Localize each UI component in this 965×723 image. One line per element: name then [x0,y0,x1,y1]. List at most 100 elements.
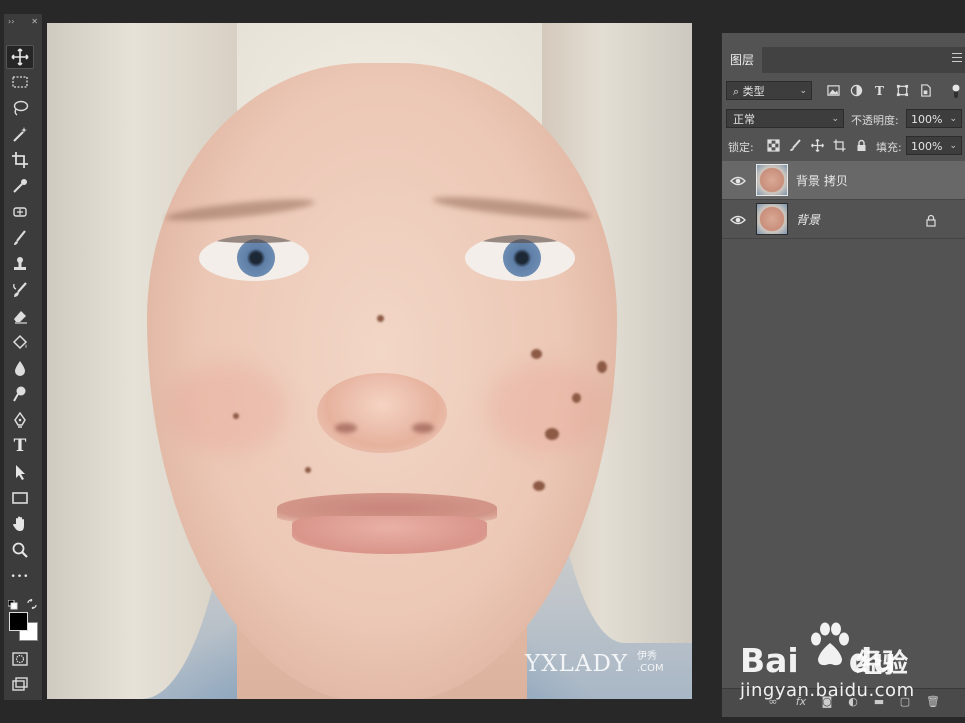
foreground-color-swatch[interactable] [9,612,28,631]
lasso-icon [13,100,29,116]
photo-blemish [233,413,239,419]
expand-icon[interactable]: ›› [8,17,14,26]
trash-icon[interactable]: 🗑 [926,695,940,709]
opacity-label: 不透明度: [851,114,899,127]
photo-eye-left [199,235,309,281]
panel-menu-icon[interactable] [952,53,962,65]
photo-blemish [545,428,559,440]
tab-layers[interactable]: 图层 [722,47,763,73]
new-layer-icon[interactable]: ▢ [898,695,912,709]
blend-mode-value: 正常 [733,113,755,126]
photo-blemish [533,481,545,491]
move-tool[interactable] [6,45,34,69]
chevron-down-icon: ⌄ [949,141,957,151]
filter-kind-label: 类型 [742,85,765,98]
lock-position-icon[interactable] [809,137,825,153]
photo-watermark: YXLADY [525,651,629,677]
layers-panel: 图层 ⌕ 类型 ⌄ T 正常 ⌄ 不透明度: 100% ⌄ 锁定: 填充: 10… [721,33,965,717]
quick-mask-icon [12,652,28,666]
eye-icon[interactable] [730,173,746,187]
layer-thumbnail[interactable] [756,203,788,235]
paint-bucket-tool[interactable] [6,330,34,354]
paint-bucket-icon [12,334,28,350]
fx-icon[interactable]: fx [794,695,808,709]
tools-panel-header: ›› ✕ [4,14,42,28]
history-brush-icon [13,282,27,297]
eyedropper-tool[interactable] [6,174,34,198]
eye-icon[interactable] [730,212,746,226]
type-filter-icon[interactable]: T [872,83,887,98]
rect-marquee-icon [12,76,28,88]
screen-mode-button[interactable] [6,673,34,697]
type-tool[interactable]: T [6,434,34,458]
lock-artboard-icon[interactable] [831,137,847,153]
fill-field[interactable]: 100% ⌄ [906,136,962,155]
blend-mode-select[interactable]: 正常 ⌄ [726,109,844,128]
brush-tool[interactable] [6,226,34,250]
group-folder-icon[interactable]: ▬ [872,695,886,709]
link-layers-icon[interactable]: ∞ [766,695,780,709]
filter-toggle[interactable] [952,83,960,98]
layer-thumbnail[interactable] [756,164,788,196]
brush-icon [14,230,26,245]
photo-blemish [597,361,607,373]
arrow-icon [16,465,25,480]
lock-icons [765,137,869,153]
search-icon: ⌕ [733,85,740,98]
zoom-icon [12,542,28,558]
blur-tool[interactable] [6,356,34,380]
eraser-tool[interactable] [6,304,34,328]
lock-all-icon[interactable] [853,137,869,153]
hand-icon [13,516,24,531]
photo-blemish [305,467,311,473]
healing-brush-tool[interactable] [6,200,34,224]
hand-tool[interactable] [6,512,34,536]
lock-transparency-icon[interactable] [765,137,781,153]
magic-wand-tool[interactable] [6,122,34,146]
photo-nose [317,373,447,453]
layer-row-background[interactable]: 背景 [722,200,965,239]
photo-cheek-right [487,363,607,453]
layer-name[interactable]: 背景 [796,211,820,228]
eyedropper-icon [13,179,27,193]
dodge-tool[interactable] [6,382,34,406]
photo-watermark-sub: 伊秀 .COM [637,651,664,674]
document-canvas[interactable]: YXLADY 伊秀 .COM [47,23,692,699]
pen-tool[interactable] [6,408,34,432]
layer-name[interactable]: 背景 拷贝 [796,172,848,189]
crop-tool[interactable] [6,148,34,172]
close-icon[interactable]: ✕ [31,17,38,26]
layer-row-background-copy[interactable]: 背景 拷贝 [722,161,965,200]
photo-nostril-right [412,423,434,433]
photo-blemish [572,393,581,403]
add-mask-icon[interactable]: ◙ [820,695,834,709]
lock-pixels-icon[interactable] [787,137,803,153]
adjustment-filter-icon[interactable] [849,83,864,98]
filter-icons: T [826,83,933,98]
fill-value: 100% [911,140,943,153]
quick-mask-button[interactable] [6,647,34,671]
adjustment-layer-icon[interactable]: ◐ [846,695,860,709]
lasso-tool[interactable] [6,96,34,120]
path-selection-tool[interactable] [6,460,34,484]
fill-label: 填充: [876,141,902,154]
more-icon: ••• [10,572,30,582]
shape-filter-icon[interactable] [895,83,910,98]
photo-blemish [531,349,542,359]
opacity-value: 100% [911,113,943,126]
layer-filter-select[interactable]: ⌕ 类型 ⌄ [726,81,812,100]
photo-cheek-left [167,363,287,453]
default-colors-icon[interactable] [7,595,18,610]
image-filter-icon[interactable] [826,83,841,98]
opacity-field[interactable]: 100% ⌄ [906,109,962,128]
smart-object-filter-icon[interactable] [918,83,933,98]
zoom-tool[interactable] [6,538,34,562]
swap-colors-icon[interactable] [27,594,37,610]
clone-stamp-tool[interactable] [6,252,34,276]
rectangle-tool[interactable] [6,486,34,510]
healing-brush-icon [13,207,27,217]
marquee-tool[interactable] [6,70,34,94]
history-brush-tool[interactable] [6,278,34,302]
lock-icon [925,212,937,227]
more-tools[interactable]: ••• [6,565,34,589]
